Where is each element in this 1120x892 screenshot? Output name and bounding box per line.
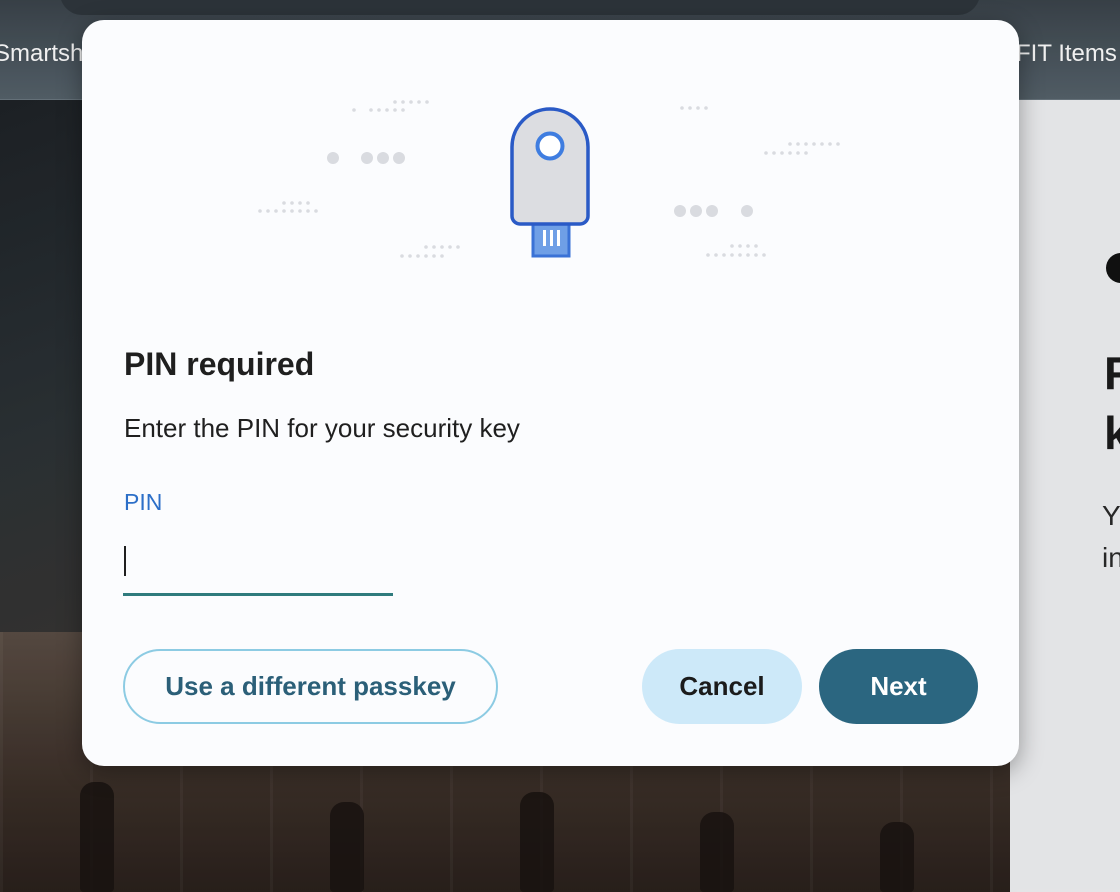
use-different-passkey-button[interactable]: Use a different passkey: [123, 649, 498, 724]
text-caret: [124, 546, 126, 576]
dialog-description: Enter the PIN for your security key: [124, 413, 520, 443]
pin-label: PIN: [124, 489, 163, 515]
security-key-icon: [510, 107, 590, 258]
pin-input[interactable]: [123, 538, 393, 596]
browser-window: Smartsh FIT Items F k Y in PIN required …: [0, 0, 1120, 892]
next-button[interactable]: Next: [819, 649, 978, 724]
pin-dialog: PIN required Enter the PIN for your secu…: [82, 20, 1019, 766]
cancel-button[interactable]: Cancel: [642, 649, 802, 724]
security-key-illustration: [258, 100, 840, 258]
dialog-title: PIN required: [124, 346, 315, 382]
